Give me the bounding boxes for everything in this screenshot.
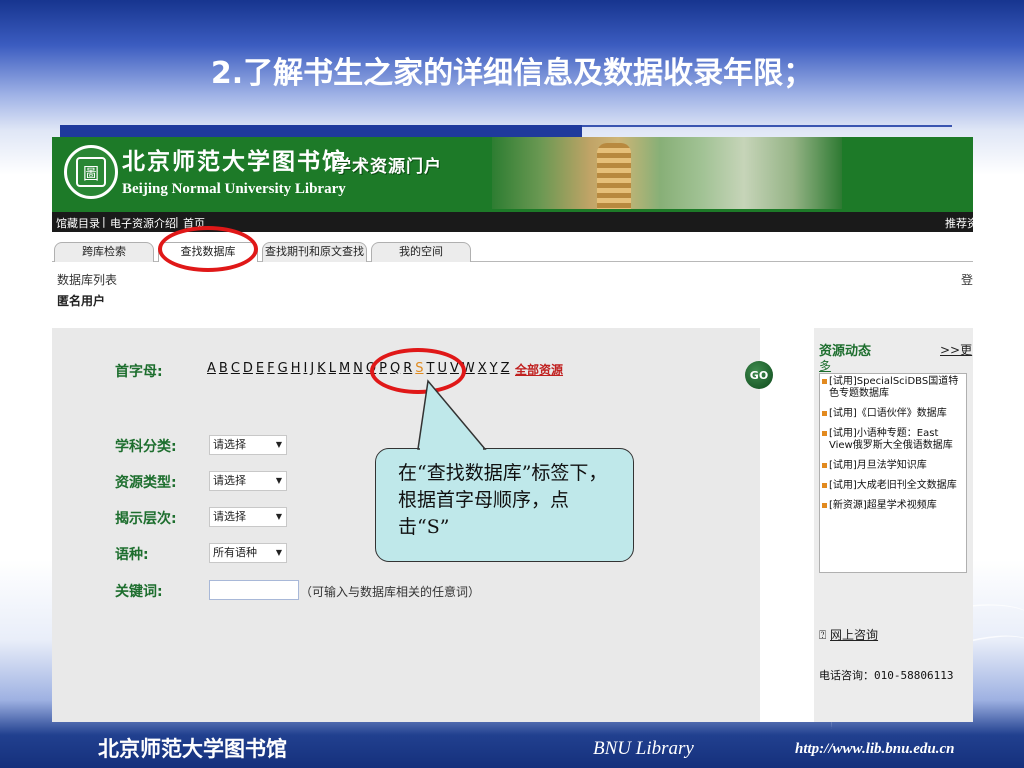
- tab-find-journal[interactable]: 查找期刊和原文查找: [262, 242, 367, 262]
- campus-tower-image: [597, 143, 631, 209]
- letter-d[interactable]: D: [243, 361, 253, 376]
- keyword-hint: （可输入与数据库相关的任意词）: [300, 585, 481, 599]
- database-list-title: 数据库列表: [57, 273, 118, 287]
- alphabet-index: ABCDEFGHIJKLMNOPQRSTUVWXYZ: [207, 361, 513, 376]
- letter-n[interactable]: N: [353, 361, 363, 376]
- letter-l[interactable]: L: [329, 361, 336, 376]
- logo-glyph: 圖: [76, 157, 106, 187]
- highlight-circle-letter: [370, 348, 466, 394]
- letter-e[interactable]: E: [256, 361, 264, 376]
- news-list: [试用]SpecialSciDBS国道特色专题数据库 [试用]《口语伙伴》数据库 […: [819, 373, 967, 573]
- letter-h[interactable]: H: [291, 361, 301, 376]
- nav-eresources[interactable]: 电子资源介绍: [110, 215, 176, 231]
- nav-separator: |: [175, 215, 179, 228]
- campus-photo: [492, 137, 842, 209]
- news-item[interactable]: [试用]月旦法学知识库: [822, 460, 964, 472]
- letter-z[interactable]: Z: [501, 361, 510, 376]
- letter-j[interactable]: J: [310, 361, 314, 376]
- level-select[interactable]: 请选择 ▼: [209, 507, 287, 527]
- title-rule-thin: [582, 125, 952, 127]
- news-item[interactable]: [新资源]超星学术视频库: [822, 500, 964, 512]
- nav-recommend[interactable]: 推荐资: [945, 215, 973, 231]
- initial-label: 首字母:: [115, 364, 163, 380]
- type-select[interactable]: 请选择 ▼: [209, 471, 287, 491]
- language-select[interactable]: 所有语种 ▼: [209, 543, 287, 563]
- news-item[interactable]: [试用]SpecialSciDBS国道特色专题数据库: [822, 376, 964, 400]
- dropdown-arrow-icon: ▼: [275, 512, 282, 521]
- dropdown-arrow-icon: ▼: [275, 548, 282, 557]
- letter-k[interactable]: K: [317, 361, 326, 376]
- title-rule: [60, 125, 582, 137]
- portal-label: 学术资源门户: [334, 157, 442, 177]
- go-button[interactable]: GO: [745, 361, 773, 389]
- footer-library-en: BNU Library: [593, 738, 694, 759]
- letter-m[interactable]: M: [339, 361, 350, 376]
- library-logo[interactable]: 圖: [64, 145, 118, 199]
- anonymous-user: 匿名用户: [57, 294, 106, 308]
- login-link[interactable]: 登: [961, 271, 973, 288]
- more-link-tail[interactable]: 多: [819, 357, 831, 374]
- highlight-circle-tab: [158, 226, 258, 272]
- question-icon: ⍰: [819, 628, 827, 642]
- subject-select-value: 请选择: [213, 438, 246, 451]
- nav-separator: |: [102, 215, 106, 228]
- footer-library-cn: 北京师范大学图书馆: [98, 736, 287, 761]
- library-banner: 圖 北京师范大学图书馆 Beijing Normal University Li…: [52, 137, 973, 212]
- type-select-value: 请选择: [213, 474, 246, 487]
- dropdown-arrow-icon: ▼: [275, 440, 282, 449]
- dropdown-arrow-icon: ▼: [275, 476, 282, 485]
- tab-my-space[interactable]: 我的空间: [371, 242, 471, 262]
- library-name-cn: 北京师范大学图书馆: [122, 148, 347, 175]
- letter-g[interactable]: G: [278, 361, 288, 376]
- more-link[interactable]: >>更: [940, 341, 972, 358]
- resource-news-sidebar: 资源动态 >>更 多 [试用]SpecialSciDBS国道特色专题数据库 [试用…: [814, 328, 973, 722]
- nav-catalog[interactable]: 馆藏目录: [56, 215, 100, 231]
- news-item[interactable]: [试用]大成老旧刊全文数据库: [822, 480, 964, 492]
- type-label: 资源类型:: [115, 475, 177, 491]
- level-label: 揭示层次:: [115, 511, 177, 527]
- level-select-value: 请选择: [213, 510, 246, 523]
- phone-consult: 电话咨询：010-58806113: [819, 669, 954, 682]
- subject-select[interactable]: 请选择 ▼: [209, 435, 287, 455]
- callout-text: 在“查找数据库”标签下，根据首字母顺序，点击“S”: [398, 462, 608, 538]
- letter-x[interactable]: X: [478, 361, 487, 376]
- letter-y[interactable]: Y: [490, 361, 498, 376]
- letter-i[interactable]: I: [303, 361, 307, 376]
- news-item[interactable]: [试用]小语种专题：East View俄罗斯大全俄语数据库: [822, 428, 964, 452]
- library-screenshot: 圖 北京师范大学图书馆 Beijing Normal University Li…: [52, 137, 973, 722]
- library-name-en: Beijing Normal University Library: [122, 181, 346, 197]
- letter-c[interactable]: C: [231, 361, 240, 376]
- letter-b[interactable]: B: [219, 361, 228, 376]
- online-consult[interactable]: ⍰ 网上咨询: [819, 626, 878, 643]
- letter-a[interactable]: A: [207, 361, 216, 376]
- subject-label: 学科分类:: [115, 439, 177, 455]
- news-item[interactable]: [试用]《口语伙伴》数据库: [822, 408, 964, 420]
- footer-url: http://www.lib.bnu.edu.cn: [795, 741, 955, 757]
- online-consult-label: 网上咨询: [830, 628, 879, 642]
- letter-f[interactable]: F: [267, 361, 274, 376]
- language-label: 语种:: [115, 547, 149, 563]
- slide-title: 2.了解书生之家的详细信息及数据收录年限；: [210, 56, 814, 91]
- tab-cross-search[interactable]: 跨库检索: [54, 242, 154, 262]
- all-resources-link[interactable]: 全部资源: [515, 361, 563, 378]
- keyword-input[interactable]: [209, 580, 299, 600]
- keyword-label: 关键词:: [115, 584, 163, 600]
- language-select-value: 所有语种: [213, 546, 257, 559]
